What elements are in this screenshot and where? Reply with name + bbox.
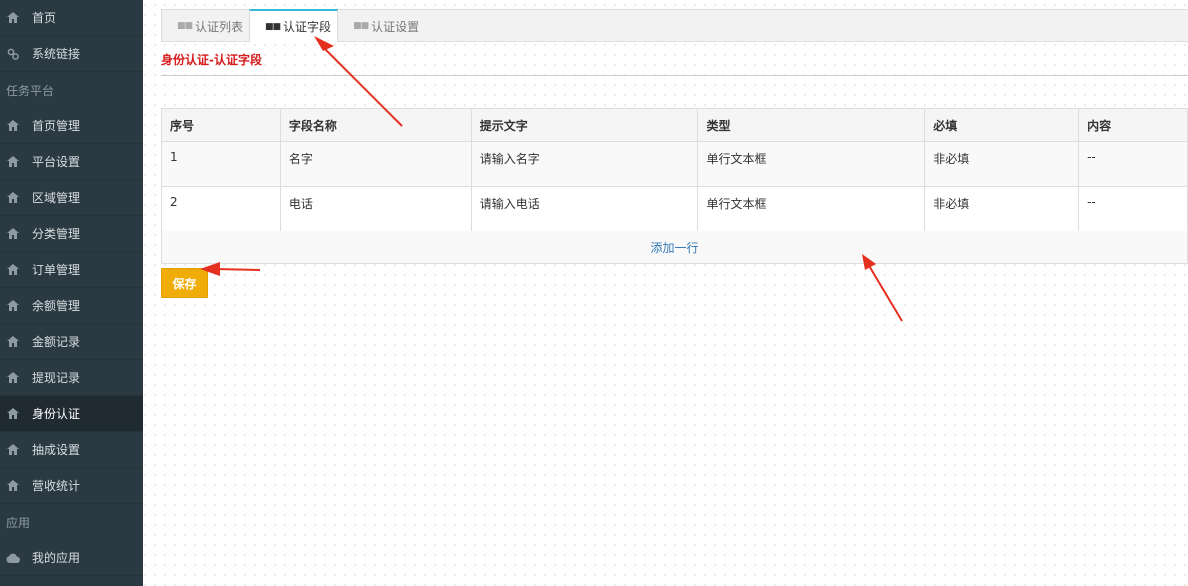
sidebar-group-apps: 应用 — [6, 515, 31, 530]
cell-content: -- — [1078, 141, 1188, 187]
home-icon — [6, 12, 20, 24]
add-row-link[interactable]: 添加一行 — [161, 231, 1188, 264]
link-icon — [6, 48, 20, 60]
home-icon — [6, 300, 20, 312]
cell-field-name[interactable]: 名字 — [279, 141, 472, 187]
tab-verification-list[interactable]: ■■ 认证列表 — [162, 10, 249, 42]
sidebar-item-region-management[interactable]: 区域管理 — [0, 180, 143, 216]
sidebar-item-label: 提现记录 — [32, 371, 81, 385]
cell-index: 1 — [161, 141, 281, 187]
sidebar-item-label: 抽成设置 — [32, 443, 81, 457]
sidebar-item-system-links[interactable]: 系统链接 — [0, 36, 143, 72]
tab-label: 认证列表 — [195, 19, 244, 34]
column-header-type: 类型 — [697, 108, 926, 142]
sidebar-item-category-management[interactable]: 分类管理 — [0, 216, 143, 252]
tab-label: 认证字段 — [283, 20, 332, 34]
grid-icon: ■■ — [265, 21, 281, 32]
home-icon — [6, 480, 20, 492]
sidebar-item-label: 首页 — [32, 11, 57, 25]
home-icon — [6, 156, 20, 168]
sidebar: 首页 系统链接 任务平台 首页管理 平台设置 区域管理 分类管理 订单管理 余额… — [0, 0, 143, 586]
sidebar-item-platform-settings[interactable]: 平台设置 — [0, 144, 143, 180]
table-row[interactable]: 2 电话 请输入电话 单行文本框 非必填 -- — [161, 186, 1188, 232]
table-header-row: 序号 字段名称 提示文字 类型 必填 内容 — [161, 108, 1188, 142]
sidebar-item-order-management[interactable]: 订单管理 — [0, 252, 143, 288]
home-icon — [6, 192, 20, 204]
divider — [161, 75, 1188, 76]
sidebar-item-label: 金额记录 — [32, 335, 81, 349]
tab-verification-settings[interactable]: ■■ 认证设置 — [338, 10, 425, 42]
sidebar-item-home-management[interactable]: 首页管理 — [0, 108, 143, 144]
fields-table: 序号 字段名称 提示文字 类型 必填 内容 1 名字 请输入名字 单行文本框 非… — [161, 108, 1188, 232]
cell-index: 2 — [161, 186, 281, 232]
home-icon — [6, 444, 20, 456]
column-header-required: 必填 — [924, 108, 1080, 142]
home-icon — [6, 120, 20, 132]
sidebar-item-label: 区域管理 — [32, 191, 81, 205]
main-content: ■■ 认证列表 ■■ 认证字段 ■■ 认证设置 身份认证-认证字段 序号 字段名… — [143, 0, 1188, 586]
column-header-hint-text: 提示文字 — [470, 108, 699, 142]
cell-required[interactable]: 非必填 — [924, 186, 1080, 232]
grid-icon: ■■ — [353, 21, 369, 31]
column-header-content: 内容 — [1078, 108, 1188, 142]
sidebar-item-my-apps[interactable]: 我的应用 — [0, 540, 143, 576]
sidebar-item-commission-settings[interactable]: 抽成设置 — [0, 432, 143, 468]
sidebar-item-label: 首页管理 — [32, 119, 81, 133]
table-row[interactable]: 1 名字 请输入名字 单行文本框 非必填 -- — [161, 141, 1188, 187]
column-header-index: 序号 — [161, 108, 281, 142]
tab-bar: ■■ 认证列表 ■■ 认证字段 ■■ 认证设置 — [161, 9, 1188, 42]
grid-icon: ■■ — [177, 21, 193, 31]
home-icon — [6, 264, 20, 276]
sidebar-item-label: 身份认证 — [32, 407, 81, 421]
sidebar-item-label: 我的应用 — [32, 551, 81, 565]
tab-verification-fields[interactable]: ■■ 认证字段 — [249, 9, 339, 42]
sidebar-item-home[interactable]: 首页 — [0, 0, 143, 36]
save-button[interactable]: 保存 — [161, 268, 208, 298]
cell-required[interactable]: 非必填 — [924, 141, 1080, 187]
cell-hint-text[interactable]: 请输入名字 — [470, 141, 699, 187]
sidebar-item-balance-management[interactable]: 余额管理 — [0, 288, 143, 324]
column-header-field-name: 字段名称 — [279, 108, 472, 142]
sidebar-item-label: 系统链接 — [32, 47, 81, 61]
cell-field-name[interactable]: 电话 — [279, 186, 472, 232]
tab-label: 认证设置 — [371, 19, 420, 34]
sidebar-item-withdraw-records[interactable]: 提现记录 — [0, 360, 143, 396]
sidebar-item-label: 营收统计 — [32, 479, 81, 493]
sidebar-item-label: 订单管理 — [32, 263, 81, 277]
cell-hint-text[interactable]: 请输入电话 — [470, 186, 699, 232]
home-icon — [6, 228, 20, 240]
page-title: 身份认证-认证字段 — [161, 53, 262, 67]
cloud-icon — [6, 552, 20, 564]
sidebar-item-label: 平台设置 — [32, 155, 81, 169]
home-icon — [6, 408, 20, 420]
cell-type[interactable]: 单行文本框 — [697, 186, 926, 232]
sidebar-item-label: 余额管理 — [32, 299, 81, 313]
sidebar-item-identity-verification[interactable]: 身份认证 — [0, 396, 143, 432]
sidebar-item-label: 分类管理 — [32, 227, 81, 241]
sidebar-group-task-platform: 任务平台 — [6, 83, 55, 98]
home-icon — [6, 372, 20, 384]
home-icon — [6, 336, 20, 348]
sidebar-item-amount-records[interactable]: 金额记录 — [0, 324, 143, 360]
cell-content: -- — [1078, 186, 1188, 232]
cell-type[interactable]: 单行文本框 — [697, 141, 926, 187]
sidebar-item-revenue-statistics[interactable]: 营收统计 — [0, 468, 143, 504]
